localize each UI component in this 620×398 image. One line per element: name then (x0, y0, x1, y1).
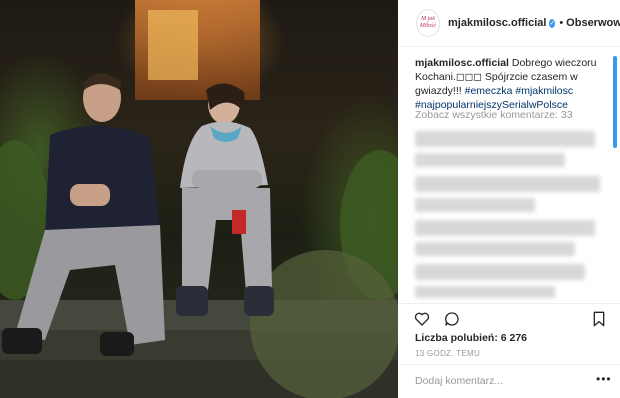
post-header: M jak Miłość mjakmilosc.official ✓ • Obs… (398, 0, 620, 47)
heart-icon[interactable] (414, 311, 430, 327)
bookmark-icon[interactable] (592, 311, 606, 327)
blurred-comment (415, 286, 555, 298)
username-link[interactable]: mjakmilosc.official (448, 17, 546, 29)
woman-figure (176, 83, 274, 316)
blurred-comment (415, 131, 595, 147)
add-comment-input[interactable]: Dodaj komentarz... (415, 375, 503, 387)
likes-count[interactable]: Liczba polubień: 6 276 (415, 332, 527, 344)
divider (398, 364, 620, 365)
avatar[interactable]: M jak Miłość (416, 9, 440, 37)
caption-username[interactable]: mjakmilosc.official (415, 57, 509, 69)
verified-icon: ✓ (549, 18, 556, 28)
separator-dot: • (559, 17, 564, 29)
blurred-comment (415, 176, 600, 192)
post-photo[interactable] (0, 0, 398, 398)
hashtag-link[interactable]: #mjakmilosc (515, 85, 573, 97)
post-actions (414, 311, 460, 327)
hashtag-link[interactable]: #emeczka (465, 85, 513, 97)
post-timestamp[interactable]: 13 GODZ. TEMU (415, 349, 480, 358)
blurred-comment (415, 220, 595, 236)
comments-scrollbar[interactable] (613, 56, 617, 148)
follow-button[interactable]: Obserwowanie (566, 17, 620, 29)
divider (398, 303, 620, 304)
post-caption: mjakmilosc.official Dobrego wieczoru Koc… (415, 56, 600, 112)
man-figure (2, 74, 165, 356)
blurred-comment (415, 242, 575, 256)
post-sidebar: M jak Miłość mjakmilosc.official ✓ • Obs… (398, 0, 620, 398)
view-all-comments-link[interactable]: Zobacz wszystkie komentarze: 33 (415, 109, 573, 121)
avatar-logo-text: M jak Miłość (419, 16, 437, 29)
blurred-comment (415, 153, 565, 167)
blurred-comment (415, 264, 585, 280)
more-options-icon[interactable]: ••• (596, 372, 612, 386)
comment-icon[interactable] (444, 311, 460, 327)
blurred-comment (415, 198, 535, 212)
